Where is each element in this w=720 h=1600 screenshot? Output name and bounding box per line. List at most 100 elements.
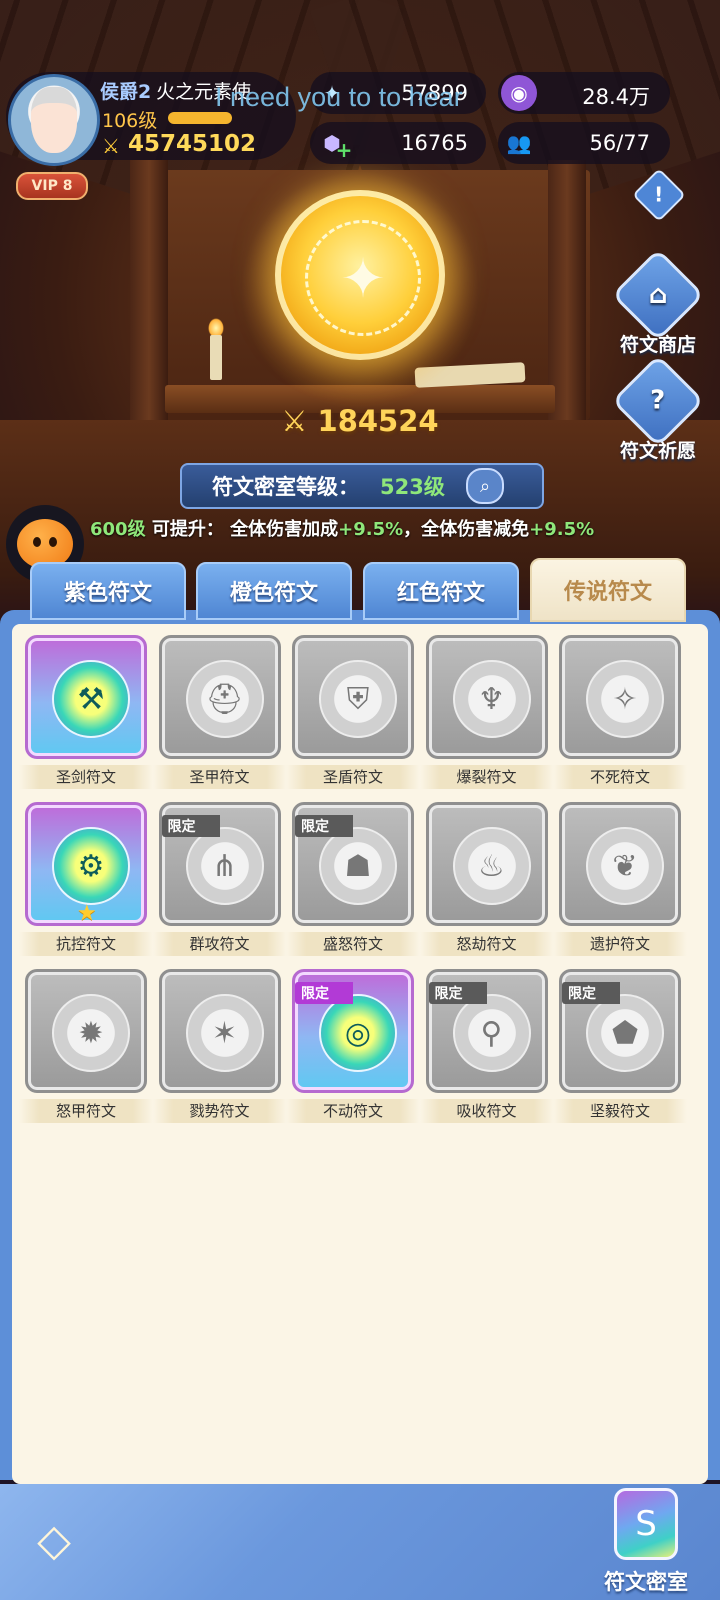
rune-name: 圣甲符文: [152, 765, 287, 789]
overlay-caption: I need you to to hear: [215, 82, 463, 112]
rune-cell[interactable]: ❦ 遗护符文: [553, 802, 687, 956]
rune-cell[interactable]: ✧ 不死符文: [553, 635, 687, 789]
rune-card[interactable]: ⬟ 限定: [559, 969, 681, 1093]
star-icon: ★: [77, 901, 97, 926]
vip-badge[interactable]: VIP 8: [16, 172, 88, 200]
rune-name: 盛怒符文: [286, 932, 420, 956]
rune-card[interactable]: ♨: [425, 802, 548, 926]
rune-name: 吸收符文: [419, 1099, 554, 1123]
rune-name: 坚毅符文: [553, 1099, 687, 1123]
rune-card[interactable]: ⛑: [158, 635, 281, 759]
rune-card[interactable]: ☗ 限定: [292, 802, 414, 926]
exclamation-icon: !: [654, 183, 664, 207]
purple-coin-resource[interactable]: ◉ 28.4万: [498, 72, 670, 114]
rune-name: 怒甲符文: [19, 1099, 153, 1123]
rune-card[interactable]: ♆: [425, 635, 548, 759]
rune-cell[interactable]: ◎ 限定不动符文: [286, 969, 420, 1123]
rune-name: 遗护符文: [553, 932, 687, 956]
heart-icon: ❦: [586, 827, 664, 905]
rune-card[interactable]: ✧: [559, 635, 681, 759]
members-resource[interactable]: 👥 56/77: [498, 122, 670, 164]
limited-tag: 限定: [295, 815, 353, 837]
wings-icon: ✧: [586, 660, 664, 738]
rune-name: 怒劫符文: [419, 932, 554, 956]
rune-card[interactable]: ⋔ 限定: [158, 802, 281, 926]
rune-name: 不动符文: [286, 1099, 420, 1123]
members-count: 56/77: [589, 131, 650, 155]
rune-card[interactable]: ⚒: [25, 635, 147, 759]
level-bonus-text: 600级 可提升： 全体伤害加成+9.5%，全体伤害减免+9.5%: [90, 515, 594, 541]
book-flame-icon: ✦: [305, 220, 421, 336]
dragon-icon: ♆: [452, 660, 531, 738]
rune-card[interactable]: ✶: [158, 969, 281, 1093]
rune-cell[interactable]: ⚒ 圣剑符文: [19, 635, 153, 789]
rune-name: 不死符文: [553, 765, 687, 789]
rune-cell[interactable]: ⚙ ★ 抗控符文: [19, 802, 153, 956]
rune-cell[interactable]: ⋔ 限定 群攻符文: [152, 802, 287, 956]
tab-legend-runes[interactable]: 传说符文: [530, 558, 686, 622]
rune-card[interactable]: ◎ 限定: [292, 969, 414, 1093]
demon-icon: ☗: [319, 827, 397, 905]
rune-cell[interactable]: ✹ 怒甲符文: [19, 969, 153, 1123]
crossed-swords-icon: ⚔: [102, 134, 120, 158]
player-title: 侯爵2: [100, 81, 152, 103]
rune-shop-button[interactable]: ⌂ 符文商店: [611, 248, 705, 357]
avatar[interactable]: [8, 74, 100, 166]
cube-count: 16765: [401, 131, 468, 155]
chamber-power-value: 184524: [317, 404, 439, 438]
bonus-value-2: +9.5%: [529, 519, 595, 540]
purple-coin-count: 28.4万: [582, 85, 650, 109]
rune-cell[interactable]: ⬟ 限定坚毅符文: [553, 969, 687, 1123]
bonus-value-1: +9.5%: [338, 519, 404, 540]
rune-cell[interactable]: ⛨ 圣盾符文: [286, 635, 420, 789]
rune-card[interactable]: ✹: [25, 969, 147, 1093]
rune-room-button[interactable]: S 符文密室: [588, 1484, 704, 1600]
rune-cell[interactable]: ☗ 限定盛怒符文: [286, 802, 420, 956]
player-level: 106级: [102, 110, 158, 132]
rune-name: 戮势符文: [152, 1099, 287, 1123]
rune-card[interactable]: ⚲ 限定: [425, 969, 548, 1093]
rune-name: 抗控符文: [19, 932, 153, 956]
cube-resource[interactable]: ⬢ + 16765: [310, 122, 486, 164]
tab-orange-runes[interactable]: 橙色符文: [196, 562, 352, 620]
tab-purple-runes[interactable]: 紫色符文: [30, 562, 186, 620]
group-icon: 👥: [506, 131, 532, 155]
plus-icon[interactable]: +: [334, 138, 354, 162]
limited-tag: 限定: [295, 982, 353, 1004]
axe-icon: ⚒: [52, 660, 130, 738]
rune-cell[interactable]: ⛑ 圣甲符文: [152, 635, 287, 789]
tab-red-runes[interactable]: 红色符文: [363, 562, 519, 620]
tridents-icon: ⋔: [185, 827, 264, 905]
rune-emblem-icon[interactable]: ✦: [275, 190, 445, 360]
rune-cell[interactable]: ♆ 爆裂符文: [419, 635, 554, 789]
rune-cell[interactable]: ⚲ 限定吸收符文: [419, 969, 554, 1123]
limited-tag: 限定: [428, 982, 487, 1004]
chamber-power: ⚔ 184524: [0, 404, 720, 438]
burst-icon: ✶: [185, 994, 264, 1072]
limited-tag: 限定: [161, 815, 220, 837]
rune-name: 圣剑符文: [19, 765, 153, 789]
rune-cell[interactable]: ✶ 戮势符文: [152, 969, 287, 1123]
bonus-text-1: 可提升： 全体伤害加成: [145, 519, 339, 540]
rune-card[interactable]: ⛨: [292, 635, 414, 759]
shop-icon: ⌂: [611, 248, 705, 342]
bonus-text-2: ，全体伤害减免: [403, 519, 530, 540]
rune-card[interactable]: ❦: [559, 802, 681, 926]
rune-name: 圣盾符文: [286, 765, 420, 789]
crossed-swords-icon: ⚔: [281, 404, 318, 438]
candle-icon: [210, 335, 222, 380]
cauldron-icon: ⚲: [452, 994, 531, 1072]
avatar-face-icon: [31, 87, 77, 153]
chamber-level-value: 523级: [380, 475, 445, 499]
level-detail-search-icon[interactable]: ⌕: [466, 468, 504, 504]
rune-card[interactable]: ⚙ ★: [25, 802, 147, 926]
flame-icon: ♨: [452, 827, 531, 905]
limited-tag: 限定: [562, 982, 620, 1004]
next-level: 600级: [90, 519, 146, 540]
rune-room-gem-icon: S: [614, 1488, 678, 1560]
rune-cell[interactable]: ♨ 怒劫符文: [419, 802, 554, 956]
purple-coin-icon: ◉: [501, 75, 537, 111]
back-arrow-icon[interactable]: ◇: [22, 1508, 86, 1572]
helmet-icon: ⛑: [185, 660, 264, 738]
shield-icon: ⛨: [319, 660, 397, 738]
